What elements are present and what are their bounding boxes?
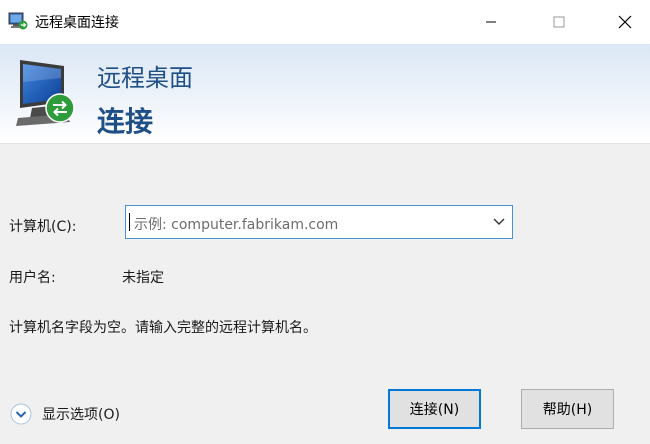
show-options-toggle[interactable]: 显示选项(O) [10, 402, 120, 426]
username-value: 未指定 [122, 270, 164, 286]
banner-title: 远程桌面 [97, 64, 193, 92]
text-caret [129, 213, 130, 231]
banner-subtitle: 连接 [97, 105, 154, 138]
computer-combobox[interactable]: 示例: computer.fabrikam.com [125, 205, 513, 239]
remote-desktop-icon [8, 12, 28, 30]
hint-message: 计算机名字段为空。请输入完整的远程计算机名。 [9, 320, 317, 336]
header-banner: 远程桌面 连接 [0, 44, 650, 144]
chevron-down-icon[interactable] [492, 217, 506, 227]
computer-input-placeholder[interactable]: 示例: computer.fabrikam.com [134, 214, 338, 234]
minimize-icon [486, 21, 496, 23]
close-icon [618, 15, 632, 29]
close-button[interactable] [602, 0, 648, 44]
username-label: 用户名: [9, 270, 56, 286]
minimize-button[interactable] [468, 0, 514, 44]
computer-label: 计算机(C): [9, 219, 77, 235]
maximize-button[interactable] [536, 0, 582, 44]
remote-desktop-window: 远程桌面连接 远程桌面 连接 计算机(C): 示例: computer.fabr… [0, 0, 650, 444]
title-bar[interactable]: 远程桌面连接 [0, 0, 650, 44]
help-button[interactable]: 帮助(H) [521, 389, 614, 429]
maximize-icon [553, 16, 565, 28]
remote-desktop-monitor-icon [16, 60, 75, 126]
chevron-down-circle-icon[interactable] [10, 403, 32, 425]
window-title: 远程桌面连接 [35, 15, 119, 31]
connect-button[interactable]: 连接(N) [388, 389, 481, 429]
show-options-label[interactable]: 显示选项(O) [42, 404, 120, 424]
